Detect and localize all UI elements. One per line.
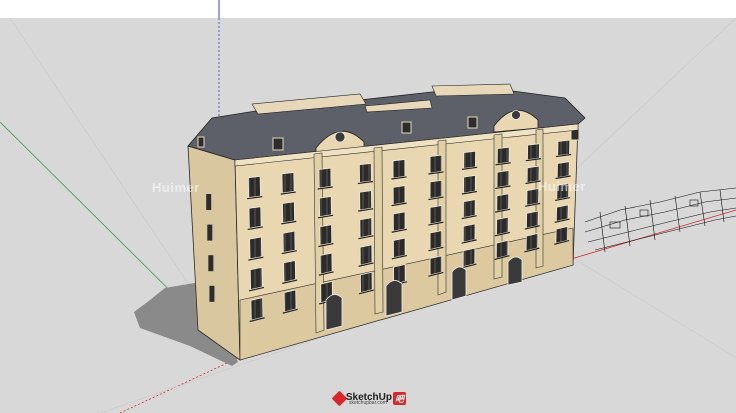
window (283, 289, 297, 313)
logo-badge: 吧 (392, 391, 406, 405)
window (526, 188, 540, 206)
window (247, 175, 261, 199)
window (556, 161, 570, 179)
window (360, 271, 373, 294)
window (462, 247, 476, 268)
window (319, 252, 333, 275)
window (250, 297, 264, 321)
window (496, 146, 510, 165)
window (283, 260, 296, 283)
window (495, 239, 509, 259)
window (249, 266, 263, 291)
window (527, 143, 540, 161)
window (281, 171, 295, 194)
side-window (207, 224, 213, 241)
window (359, 162, 372, 184)
window (249, 236, 263, 260)
window (429, 230, 443, 251)
window (496, 170, 510, 188)
window (282, 230, 296, 253)
logo-subtext: sketchupbar.com (349, 400, 387, 406)
window (359, 244, 373, 266)
window (392, 211, 406, 232)
window (463, 150, 476, 169)
window (429, 154, 443, 174)
window (556, 182, 570, 200)
side-window (206, 194, 212, 210)
window (393, 237, 406, 259)
window (555, 204, 569, 222)
gable-left-oculus (334, 131, 346, 143)
window (429, 179, 443, 199)
scene-canvas[interactable] (0, 0, 736, 413)
window (463, 199, 476, 219)
window (462, 223, 476, 243)
roof-ridge-2 (431, 83, 515, 97)
window (392, 185, 406, 206)
window (248, 206, 262, 229)
window (318, 167, 332, 189)
window (496, 216, 509, 236)
side-window (209, 285, 215, 302)
window (359, 190, 372, 211)
window (429, 204, 443, 225)
sketchup-logo-icon (331, 390, 348, 406)
sketchup-logo: SketchUp 吧 sketchupbar.com (331, 388, 406, 408)
window (525, 232, 539, 252)
window (526, 165, 540, 184)
window (429, 255, 443, 276)
window (557, 139, 571, 157)
window (463, 174, 476, 194)
window (526, 210, 539, 229)
window (319, 195, 332, 218)
window (282, 201, 295, 224)
window (359, 217, 373, 239)
3d-viewport[interactable]: Huimer Huimer SketchUp 吧 sketchupbar.com (0, 0, 736, 413)
window (496, 193, 510, 212)
window (392, 158, 406, 179)
gable-right-oculus (511, 110, 521, 120)
window (319, 224, 333, 246)
side-window (208, 255, 214, 272)
